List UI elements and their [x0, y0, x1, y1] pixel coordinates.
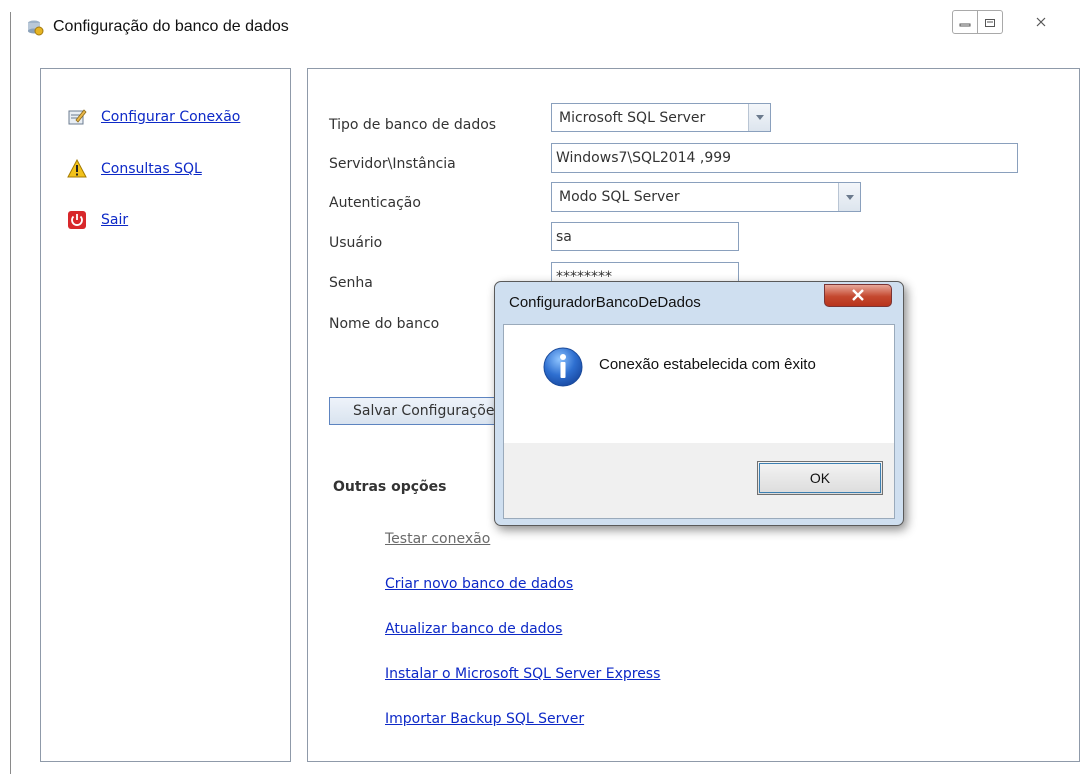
sidebar-item-label: Configurar Conexão — [101, 109, 241, 125]
database-config-icon — [26, 18, 44, 36]
password-label: Senha — [329, 275, 373, 291]
close-button[interactable] — [1028, 10, 1054, 34]
config-connection-icon — [67, 107, 87, 127]
background-window-edge — [10, 12, 11, 774]
user-input[interactable]: sa — [551, 222, 739, 251]
dialog-close-button[interactable] — [824, 284, 892, 307]
sidebar-item-label: Consultas SQL — [101, 161, 202, 177]
create-database-link[interactable]: Criar novo banco de dados — [385, 576, 573, 592]
chevron-down-icon — [838, 183, 860, 211]
install-sql-express-link[interactable]: Instalar o Microsoft SQL Server Express — [385, 666, 660, 682]
window-title: Configuração do banco de dados — [53, 18, 289, 35]
other-options-title: Outras opções — [333, 479, 447, 495]
db-name-label: Nome do banco — [329, 316, 440, 332]
import-backup-link[interactable]: Importar Backup SQL Server — [385, 711, 584, 727]
test-connection-link[interactable]: Testar conexão — [385, 531, 490, 547]
minimize-icon — [959, 13, 971, 32]
update-database-link[interactable]: Atualizar banco de dados — [385, 621, 562, 637]
server-label: Servidor\Instância — [329, 156, 456, 172]
warning-icon — [67, 159, 87, 179]
sidebar-item-consultas-sql[interactable]: Consultas SQL — [67, 159, 202, 179]
info-icon — [542, 346, 584, 388]
sidebar: Configurar Conexão Consultas SQL Sair — [40, 68, 291, 762]
user-label: Usuário — [329, 235, 383, 251]
sidebar-item-sair[interactable]: Sair — [67, 210, 128, 230]
db-type-label: Tipo de banco de dados — [329, 117, 497, 133]
server-input[interactable]: Windows7\SQL2014 ,999 — [551, 143, 1018, 173]
maximize-icon — [984, 13, 996, 32]
sidebar-item-configurar-conexao[interactable]: Configurar Conexão — [67, 107, 240, 127]
close-icon — [851, 286, 865, 305]
db-type-value: Microsoft SQL Server — [559, 109, 706, 126]
auth-label: Autenticação — [329, 195, 421, 211]
auth-select[interactable]: Modo SQL Server — [551, 182, 861, 212]
title-bar: Configuração do banco de dados — [12, 0, 1088, 56]
minimize-button[interactable] — [952, 10, 978, 34]
chevron-down-icon — [748, 104, 770, 131]
sidebar-item-label: Sair — [101, 212, 129, 228]
dialog-title: ConfiguradorBancoDeDados — [509, 294, 701, 311]
auth-value: Modo SQL Server — [559, 189, 680, 205]
db-type-select[interactable]: Microsoft SQL Server — [551, 103, 771, 132]
maximize-button[interactable] — [977, 10, 1003, 34]
power-icon — [67, 210, 87, 230]
close-icon — [1035, 13, 1047, 32]
save-config-button[interactable]: Salvar Configurações — [329, 397, 509, 425]
ok-button[interactable]: OK — [757, 461, 883, 495]
dialog-message: Conexão estabelecida com êxito — [599, 356, 816, 373]
message-dialog: ConfiguradorBancoDeDados Conexão estabel — [494, 281, 904, 526]
dialog-body: Conexão estabelecida com êxito OK — [503, 324, 895, 519]
